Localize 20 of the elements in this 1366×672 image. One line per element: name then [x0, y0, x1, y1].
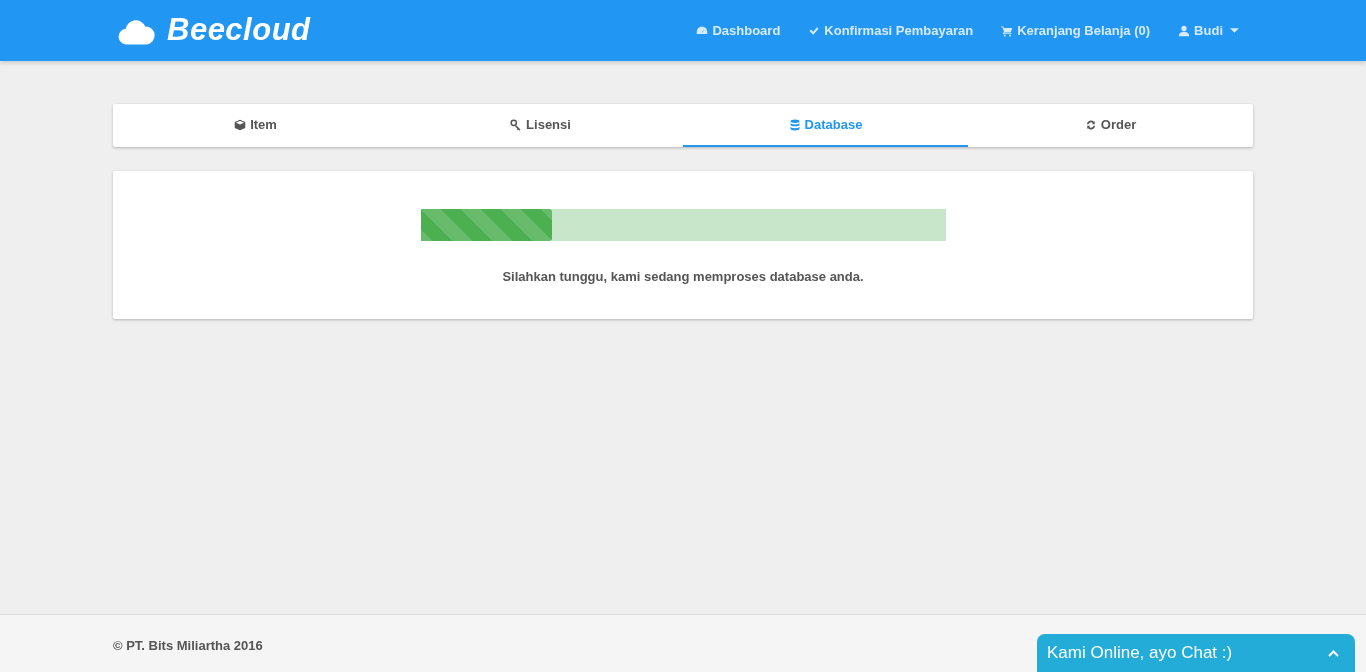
nav-link[interactable]: Konfirmasi Pembayaran: [794, 20, 988, 41]
tab[interactable]: Lisensi: [398, 104, 683, 147]
status-message: Silahkan tunggu, kami sedang memproses database anda.: [501, 268, 865, 286]
refresh-icon: [1084, 118, 1097, 131]
database-icon: [788, 118, 801, 131]
tab[interactable]: Item: [113, 104, 398, 147]
nav-link[interactable]: Budi: [1164, 20, 1253, 41]
chat-button[interactable]: Kami Online, ayo Chat :): [1037, 634, 1355, 672]
shopping-cart-icon: [1001, 24, 1014, 37]
key-icon: [510, 118, 523, 131]
user-icon: [1178, 24, 1191, 37]
tab[interactable]: Database: [683, 104, 968, 147]
tab[interactable]: Order: [968, 104, 1253, 147]
dashboard-gauge-icon: [696, 24, 709, 37]
brand-logo-text: Beecloud: [167, 11, 311, 50]
cube-icon: [234, 118, 247, 131]
copyright-text: © PT. Bits Miliartha 2016: [113, 637, 263, 656]
nav-link[interactable]: Dashboard: [682, 20, 795, 41]
nav-link[interactable]: Keranjang Belanja (0): [987, 20, 1165, 41]
chevron-up-icon: [1328, 649, 1339, 657]
